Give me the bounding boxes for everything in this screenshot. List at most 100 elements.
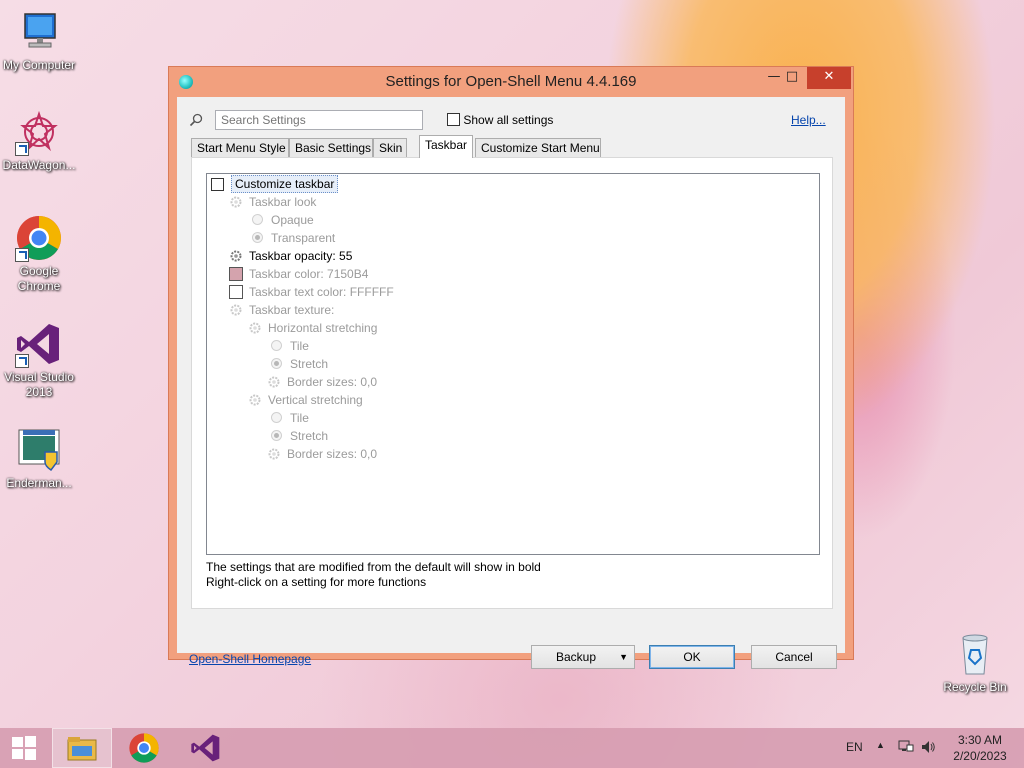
h-stretch-label: Stretch [290,357,329,371]
taskbar-texture-label: Taskbar texture: [249,303,335,317]
h-stretch-radio[interactable] [271,358,282,369]
hint-bold-settings: The settings that are modified from the … [206,560,541,574]
visual-studio-icon [15,320,63,368]
maximize-icon: □ [785,69,799,84]
h-tile-radio[interactable] [271,340,282,351]
show-all-settings-label: Show all settings [463,113,554,127]
shortcut-arrow-icon [15,142,29,156]
chrome-icon [129,733,159,763]
shortcut-arrow-icon [15,248,29,262]
desktop-icon-my-computer[interactable]: My Computer [0,8,80,73]
v-border-sizes-label: Border sizes: 0,0 [287,447,378,461]
taskbar: EN ▲ 3:30 AM 2/20/2023 [0,728,1024,768]
opaque-radio[interactable] [252,214,263,225]
settings-dialog: Settings for Open-Shell Menu 4.4.169 — □… [168,66,854,669]
file-explorer-icon [67,737,97,761]
taskbar-text-color-label: Taskbar text color: FFFFFF [249,285,394,299]
tab-basic-settings[interactable]: Basic Settings [289,138,373,157]
taskbar-file-explorer[interactable] [52,728,112,768]
desktop-icon-label: Visual Studio 2013 [4,370,74,399]
backup-button[interactable]: Backup ▼ [531,645,635,669]
vertical-stretching-label: Vertical stretching [268,393,363,407]
checkbox-box[interactable] [447,113,460,126]
customize-taskbar-checkbox[interactable] [211,178,224,191]
desktop-icon-label: DataWagon... [2,158,76,172]
v-stretch-label: Stretch [290,429,329,443]
gear-icon [268,448,280,460]
taskbar-visual-studio[interactable] [176,728,236,768]
speaker-icon [922,741,935,753]
start-icon [12,736,36,760]
search-settings-input[interactable] [215,110,423,130]
show-hidden-icons-button[interactable]: ▲ [876,740,885,750]
maximize-button[interactable]: □ [779,67,805,89]
gear-icon [230,196,242,208]
v-tile-radio[interactable] [271,412,282,423]
hint-right-click: Right-click on a setting for more functi… [206,575,427,589]
desktop-icon-label: My Computer [2,58,76,72]
desktop-icon-enderman[interactable]: Enderman... [0,426,80,491]
transparent-radio[interactable] [252,232,263,243]
tab-customize-start-menu[interactable]: Customize Start Menu [475,138,601,157]
visual-studio-icon [191,734,220,762]
cancel-button[interactable]: Cancel [751,645,837,669]
v-stretch-radio[interactable] [271,430,282,441]
gear-icon [230,250,242,262]
show-all-settings-checkbox[interactable]: Show all settings [447,113,553,127]
volume-tray-icon[interactable] [920,739,936,758]
desktop-icon-label: Enderman... [6,476,72,490]
close-button[interactable]: ✕ [807,67,851,89]
taskbar-opacity-label: Taskbar opacity: 55 [249,249,353,263]
language-indicator[interactable]: EN [846,740,863,754]
desktop-icon-recycle-bin[interactable]: Recycle Bin [934,630,1016,695]
enderman-app-icon [15,426,63,474]
v-tile-label: Tile [290,411,309,425]
shortcut-arrow-icon [15,354,29,368]
help-link[interactable]: Help... [791,113,826,127]
ok-button[interactable]: OK [649,645,735,669]
desktop-icon-chrome[interactable]: Google Chrome [0,214,80,294]
tab-taskbar[interactable]: Taskbar [419,135,473,158]
start-button[interactable] [0,728,48,768]
tab-start-menu-style[interactable]: Start Menu Style [191,138,289,157]
desktop-icon-visual-studio[interactable]: Visual Studio 2013 [0,320,80,400]
desktop-icon-datawagon[interactable]: DataWagon... [0,108,80,173]
close-icon: ✕ [823,69,835,84]
clock-time: 3:30 AM [957,733,1003,747]
customize-taskbar-label: Customize taskbar [231,175,339,193]
opaque-label: Opaque [271,213,314,227]
title-bar[interactable]: Settings for Open-Shell Menu 4.4.169 — □… [169,67,853,97]
taskbar-text-color-swatch [229,285,243,299]
dropdown-arrow-icon: ▼ [619,652,628,662]
recycle-bin-icon [951,630,999,678]
chevron-up-icon: ▲ [876,740,885,750]
h-border-sizes-label: Border sizes: 0,0 [287,375,378,389]
gear-icon [268,376,280,388]
horizontal-stretching-label: Horizontal stretching [268,321,378,335]
taskbar-color-label: Taskbar color: 7150B4 [249,267,369,281]
gear-icon [249,394,261,406]
taskbar-tab-panel: Customize taskbar Taskbar look Opaque Tr… [191,157,833,609]
desktop-icon-label: Recycle Bin [943,680,1007,694]
desktop-icon-label: Google Chrome [17,264,61,293]
transparent-label: Transparent [271,231,336,245]
settings-tree[interactable]: Customize taskbar Taskbar look Opaque Tr… [206,173,820,555]
dialog-title: Settings for Open-Shell Menu 4.4.169 [385,73,637,90]
network-icon [898,740,914,752]
clock[interactable]: 3:30 AM 2/20/2023 [944,733,1016,763]
open-shell-homepage-link[interactable]: Open-Shell Homepage [189,652,311,666]
taskbar-chrome[interactable] [114,728,174,768]
datawagon-icon [15,108,63,156]
backup-label: Backup [555,650,597,664]
computer-icon [15,8,63,56]
tab-skin[interactable]: Skin [373,138,407,157]
taskbar-look-label: Taskbar look [249,195,317,209]
search-icon [189,113,203,127]
gear-icon [230,304,242,316]
taskbar-color-swatch [229,267,243,281]
h-tile-label: Tile [290,339,309,353]
network-tray-icon[interactable] [898,739,914,758]
dialog-client-area: Show all settings Help... Start Menu Sty… [177,97,845,669]
clock-date: 2/20/2023 [953,749,1007,763]
chrome-icon [15,214,63,262]
